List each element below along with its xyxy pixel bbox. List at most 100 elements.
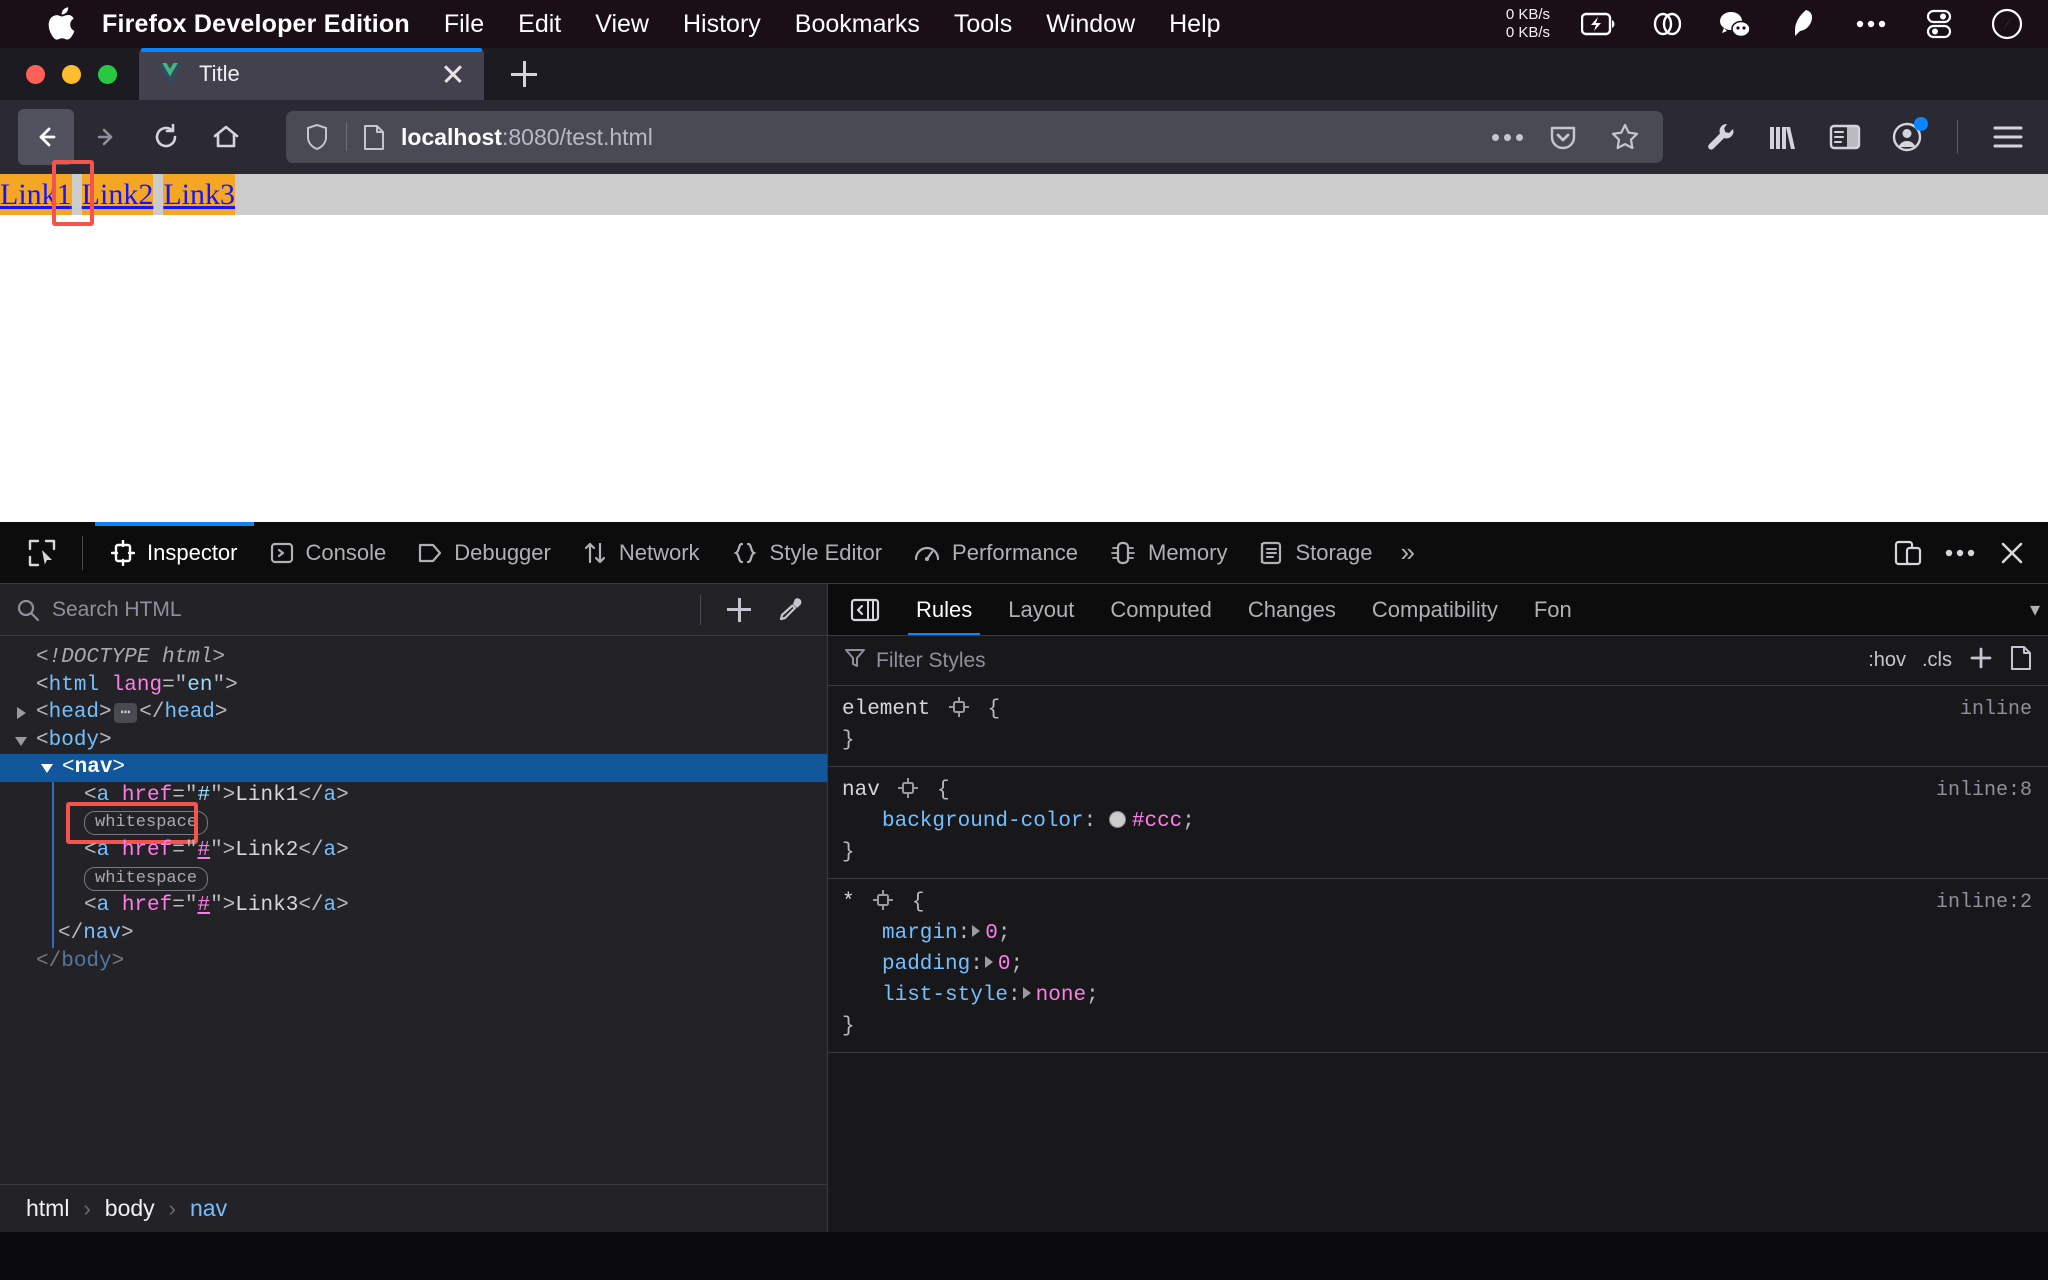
collapse-twisty-icon[interactable] [14, 733, 30, 749]
markup-row-nav-selected[interactable]: < nav > [0, 754, 827, 782]
text-node[interactable]: Link2 [235, 837, 298, 865]
collapsed-content-icon[interactable]: ⋯ [113, 702, 138, 723]
menu-item-history[interactable]: History [683, 10, 761, 39]
html-search-bar[interactable]: Search HTML [0, 584, 827, 636]
page-actions-ellipsis-icon[interactable] [1492, 133, 1523, 141]
rules-tab-fonts[interactable]: Fon [1516, 584, 1590, 635]
panel-toggle-icon[interactable] [842, 587, 888, 633]
menu-item-tools[interactable]: Tools [954, 10, 1012, 39]
rules-tab-computed[interactable]: Computed [1092, 584, 1230, 635]
devtools-tab-style-editor[interactable]: Style Editor [716, 522, 899, 584]
menu-item-view[interactable]: View [595, 10, 649, 39]
attr-value[interactable]: en [187, 672, 212, 700]
rules-tab-layout[interactable]: Layout [990, 584, 1092, 635]
maximize-window-button[interactable] [98, 65, 117, 84]
url-bar[interactable]: localhost:8080/test.html [286, 111, 1663, 163]
markup-row-whitespace-2[interactable]: whitespace [0, 864, 827, 893]
close-window-button[interactable] [26, 65, 45, 84]
minimize-window-button[interactable] [62, 65, 81, 84]
menu-app-name[interactable]: Firefox Developer Edition [102, 10, 410, 39]
add-node-plus-icon[interactable] [719, 590, 759, 630]
breadcrumb-item-body[interactable]: body [101, 1195, 159, 1222]
css-value[interactable]: 0 [998, 953, 1011, 976]
collapse-twisty-icon[interactable] [40, 760, 56, 776]
attr-value-link[interactable]: # [197, 837, 210, 865]
markup-row-link3[interactable]: < a href =" # "> Link3 </a > [0, 892, 827, 920]
rule-source[interactable]: inline [1960, 694, 2032, 725]
link-chain-icon[interactable] [1648, 5, 1686, 43]
menu-item-file[interactable]: File [444, 10, 484, 39]
chevron-double-right-icon[interactable]: » [1389, 537, 1427, 568]
expand-triangle-icon[interactable] [984, 956, 993, 968]
devtools-tab-storage[interactable]: Storage [1243, 522, 1388, 584]
markup-row-body-close[interactable]: </body > [0, 948, 827, 976]
devtools-tab-performance[interactable]: Performance [898, 522, 1094, 584]
css-rule-universal[interactable]: inline:2 * { margin: 0; padding: 0; list… [828, 879, 2048, 1053]
network-speed-indicator[interactable]: 0 KB/s 0 KB/s [1506, 6, 1550, 42]
css-property[interactable]: background-color [842, 810, 1084, 833]
rules-tab-compatibility[interactable]: Compatibility [1354, 584, 1516, 635]
rules-tab-rules[interactable]: Rules [898, 584, 990, 635]
rule-selector[interactable]: * [842, 891, 855, 914]
markup-row-head[interactable]: < head > ⋯ </head > [0, 699, 827, 727]
rule-selector[interactable]: element [842, 698, 930, 721]
wrench-icon[interactable] [1699, 115, 1743, 159]
page-link-2[interactable]: Link2 [81, 174, 154, 215]
text-node[interactable]: Link1 [235, 782, 298, 810]
library-icon[interactable] [1761, 115, 1805, 159]
css-value[interactable]: #ccc [1132, 810, 1182, 833]
page-link-1[interactable]: Link1 [0, 174, 72, 215]
attr-name[interactable]: href [122, 892, 172, 920]
filter-styles-bar[interactable]: Filter Styles :hov .cls [828, 636, 2048, 686]
expand-triangle-icon[interactable] [1022, 987, 1031, 999]
css-property[interactable]: padding [842, 953, 970, 976]
attr-value[interactable]: # [197, 782, 210, 810]
browser-tab[interactable]: Title [139, 48, 484, 100]
css-value[interactable]: none [1036, 984, 1086, 1007]
css-property[interactable]: margin [842, 922, 958, 945]
attr-name[interactable]: lang [112, 672, 162, 700]
markup-row-body[interactable]: < body > [0, 727, 827, 755]
page-icon[interactable] [361, 122, 387, 152]
selector-target-icon[interactable] [898, 778, 919, 798]
attr-name[interactable]: href [122, 782, 172, 810]
devtools-tab-inspector[interactable]: Inspector [95, 521, 254, 584]
battery-charging-icon[interactable] [1580, 5, 1618, 43]
markup-tree[interactable]: <!DOCTYPE html> < html lang =" en "> < head > ⋯… [0, 636, 827, 1184]
attr-name[interactable]: href [122, 837, 172, 865]
devtools-tab-console[interactable]: Console [254, 522, 403, 584]
sidebar-icon[interactable] [1823, 115, 1867, 159]
css-rule-element[interactable]: inline element { } [828, 686, 2048, 767]
css-declaration[interactable]: margin: 0; [842, 918, 2048, 949]
shield-icon[interactable] [302, 122, 332, 152]
add-rule-plus-icon[interactable] [1968, 645, 1994, 677]
markup-row-html[interactable]: < html lang =" en "> [0, 672, 827, 700]
chevron-down-icon[interactable]: ▾ [2030, 597, 2048, 622]
page-link-3[interactable]: Link3 [163, 174, 236, 215]
style-sheet-document-icon[interactable] [2010, 645, 2032, 677]
css-rules-list[interactable]: inline element { } inline:8 nav {backgr… [828, 686, 2048, 1232]
close-icon[interactable] [440, 61, 466, 87]
menu-item-help[interactable]: Help [1169, 10, 1220, 39]
account-icon[interactable] [1885, 115, 1929, 159]
responsive-design-icon[interactable] [1886, 531, 1930, 575]
selector-target-icon[interactable] [948, 697, 969, 717]
rule-source[interactable]: inline:8 [1936, 775, 2032, 806]
forward-button[interactable] [78, 109, 134, 165]
markup-row-whitespace-1[interactable]: whitespace [0, 801, 827, 844]
devtools-tab-debugger[interactable]: Debugger [402, 522, 567, 584]
feather-icon[interactable] [1784, 5, 1822, 43]
css-rule-nav[interactable]: inline:8 nav { background-color: #ccc; } [828, 767, 2048, 879]
markup-row-link1[interactable]: < a href =" # "> Link1 </a > [0, 781, 827, 810]
menu-item-bookmarks[interactable]: Bookmarks [795, 10, 920, 39]
hamburger-menu-icon[interactable] [1986, 115, 2030, 159]
url-text[interactable]: localhost:8080/test.html [401, 124, 653, 151]
reload-button[interactable] [138, 109, 194, 165]
whitespace-badge[interactable]: whitespace [84, 866, 209, 891]
rule-source[interactable]: inline:2 [1936, 887, 2032, 918]
css-value[interactable]: 0 [985, 922, 998, 945]
css-declaration[interactable]: list-style: none; [842, 980, 2048, 1011]
devtools-tab-memory[interactable]: Memory [1094, 522, 1243, 584]
apple-logo-icon[interactable] [46, 7, 76, 41]
pseudo-class-hov-button[interactable]: :hov [1868, 649, 1906, 672]
